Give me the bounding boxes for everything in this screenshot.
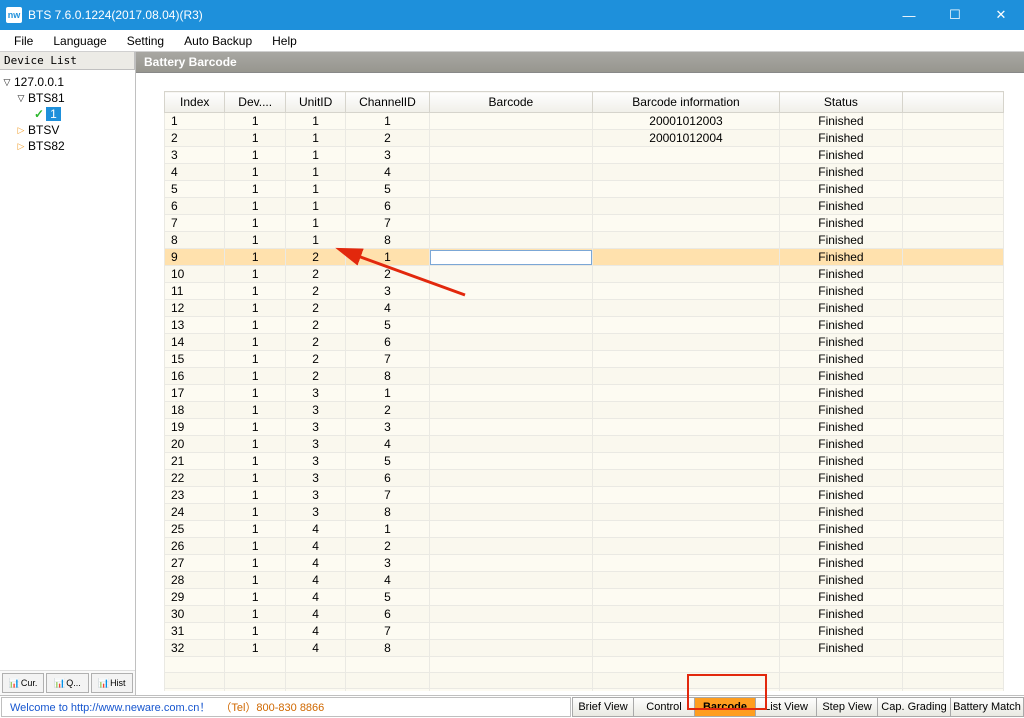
sidebar-footer: 📊Cur.📊Q...📊Hist bbox=[0, 670, 135, 695]
window-title: BTS 7.6.0.1224(2017.08.04)(R3) bbox=[28, 8, 203, 22]
tab-battery-match[interactable]: Battery Match bbox=[950, 697, 1024, 717]
menu-bar: FileLanguageSettingAuto BackupHelp bbox=[0, 30, 1024, 52]
table-row[interactable]: 17131Finished bbox=[165, 385, 1004, 402]
status-message: Welcome to http://www.neware.com.cn！ （Te… bbox=[1, 697, 571, 717]
barcode-table: IndexDev....UnitIDChannelIDBarcodeBarcod… bbox=[164, 91, 1004, 691]
title-bar: nw BTS 7.6.0.1224(2017.08.04)(R3) — ☐ ✕ bbox=[0, 0, 1024, 30]
sidebar-btn-hist[interactable]: 📊Hist bbox=[91, 673, 133, 693]
table-row[interactable]: 21135Finished bbox=[165, 453, 1004, 470]
table-row[interactable]: 4114Finished bbox=[165, 164, 1004, 181]
table-row[interactable]: 29145Finished bbox=[165, 589, 1004, 606]
panel-title: Battery Barcode bbox=[136, 52, 1024, 73]
col-extra[interactable] bbox=[903, 92, 1004, 113]
tab-brief-view[interactable]: Brief View bbox=[572, 697, 634, 717]
menu-language[interactable]: Language bbox=[43, 30, 116, 51]
annotation-highlight-box bbox=[687, 674, 767, 710]
status-tel: （Tel）800-830 8866 bbox=[220, 699, 324, 715]
table-row[interactable]: 16128Finished bbox=[165, 368, 1004, 385]
bottom-bar: Welcome to http://www.neware.com.cn！ （Te… bbox=[0, 695, 1024, 718]
col-barcode-information[interactable]: Barcode information bbox=[593, 92, 779, 113]
minimize-button[interactable]: — bbox=[886, 0, 932, 30]
sidebar-btn-cur[interactable]: 📊Cur. bbox=[2, 673, 44, 693]
maximize-button[interactable]: ☐ bbox=[932, 0, 978, 30]
table-row[interactable]: 211220001012004Finished bbox=[165, 130, 1004, 147]
table-row[interactable]: 26142Finished bbox=[165, 538, 1004, 555]
tree-root[interactable]: ▽127.0.0.1 bbox=[2, 74, 133, 90]
device-tree[interactable]: ▽127.0.0.1▽BTS81✓1▷BTSV▷BTS82 bbox=[0, 70, 135, 670]
menu-setting[interactable]: Setting bbox=[117, 30, 174, 51]
table-row[interactable]: 7117Finished bbox=[165, 215, 1004, 232]
menu-auto-backup[interactable]: Auto Backup bbox=[174, 30, 262, 51]
tab-control[interactable]: Control bbox=[633, 697, 695, 717]
col-barcode[interactable]: Barcode bbox=[429, 92, 593, 113]
table-row[interactable]: 6116Finished bbox=[165, 198, 1004, 215]
table-row[interactable]: 10122Finished bbox=[165, 266, 1004, 283]
table-row[interactable]: 9121Finished bbox=[165, 249, 1004, 266]
menu-file[interactable]: File bbox=[4, 30, 43, 51]
table-row[interactable]: 23137Finished bbox=[165, 487, 1004, 504]
col-unitid[interactable]: UnitID bbox=[285, 92, 345, 113]
close-button[interactable]: ✕ bbox=[978, 0, 1024, 30]
table-row[interactable]: 111120001012003Finished bbox=[165, 113, 1004, 130]
table-row[interactable]: 11123Finished bbox=[165, 283, 1004, 300]
tab-cap-grading[interactable]: Cap. Grading bbox=[877, 697, 951, 717]
chart-icon: 📊 bbox=[9, 678, 19, 688]
table-row[interactable]: 8118Finished bbox=[165, 232, 1004, 249]
table-row[interactable]: 12124Finished bbox=[165, 300, 1004, 317]
table-row[interactable]: 30146Finished bbox=[165, 606, 1004, 623]
table-row[interactable]: 3113Finished bbox=[165, 147, 1004, 164]
tab-step-view[interactable]: Step View bbox=[816, 697, 878, 717]
table-row[interactable]: 28144Finished bbox=[165, 572, 1004, 589]
col-index[interactable]: Index bbox=[165, 92, 225, 113]
table-row-empty bbox=[165, 673, 1004, 689]
table-row[interactable]: 14126Finished bbox=[165, 334, 1004, 351]
tree-node-btsv[interactable]: ▷BTSV bbox=[2, 122, 133, 138]
tree-leaf-1[interactable]: ✓1 bbox=[2, 106, 133, 122]
sidebar-header: Device List bbox=[0, 52, 135, 70]
device-sidebar: Device List ▽127.0.0.1▽BTS81✓1▷BTSV▷BTS8… bbox=[0, 52, 136, 695]
tree-node-bts82[interactable]: ▷BTS82 bbox=[2, 138, 133, 154]
sidebar-btn-q[interactable]: 📊Q... bbox=[46, 673, 88, 693]
chart-icon: 📊 bbox=[98, 678, 108, 688]
table-row[interactable]: 19133Finished bbox=[165, 419, 1004, 436]
status-welcome: Welcome to http://www.neware.com.cn！ bbox=[10, 699, 210, 715]
table-row[interactable]: 24138Finished bbox=[165, 504, 1004, 521]
table-row[interactable]: 22136Finished bbox=[165, 470, 1004, 487]
col-status[interactable]: Status bbox=[779, 92, 902, 113]
col-channelid[interactable]: ChannelID bbox=[346, 92, 429, 113]
table-row[interactable]: 13125Finished bbox=[165, 317, 1004, 334]
col-dev-[interactable]: Dev.... bbox=[225, 92, 285, 113]
table-row[interactable]: 20134Finished bbox=[165, 436, 1004, 453]
table-row[interactable]: 27143Finished bbox=[165, 555, 1004, 572]
table-row[interactable]: 15127Finished bbox=[165, 351, 1004, 368]
table-row-empty bbox=[165, 689, 1004, 692]
table-row-empty bbox=[165, 657, 1004, 673]
table-row[interactable]: 25141Finished bbox=[165, 521, 1004, 538]
table-row[interactable]: 31147Finished bbox=[165, 623, 1004, 640]
app-icon: nw bbox=[6, 7, 22, 23]
barcode-table-scroll[interactable]: IndexDev....UnitIDChannelIDBarcodeBarcod… bbox=[164, 91, 1014, 691]
menu-help[interactable]: Help bbox=[262, 30, 307, 51]
table-row[interactable]: 32148Finished bbox=[165, 640, 1004, 657]
barcode-input[interactable] bbox=[430, 250, 593, 265]
chart-icon: 📊 bbox=[54, 678, 64, 688]
tree-node-bts81[interactable]: ▽BTS81 bbox=[2, 90, 133, 106]
table-row[interactable]: 5115Finished bbox=[165, 181, 1004, 198]
table-row[interactable]: 18132Finished bbox=[165, 402, 1004, 419]
